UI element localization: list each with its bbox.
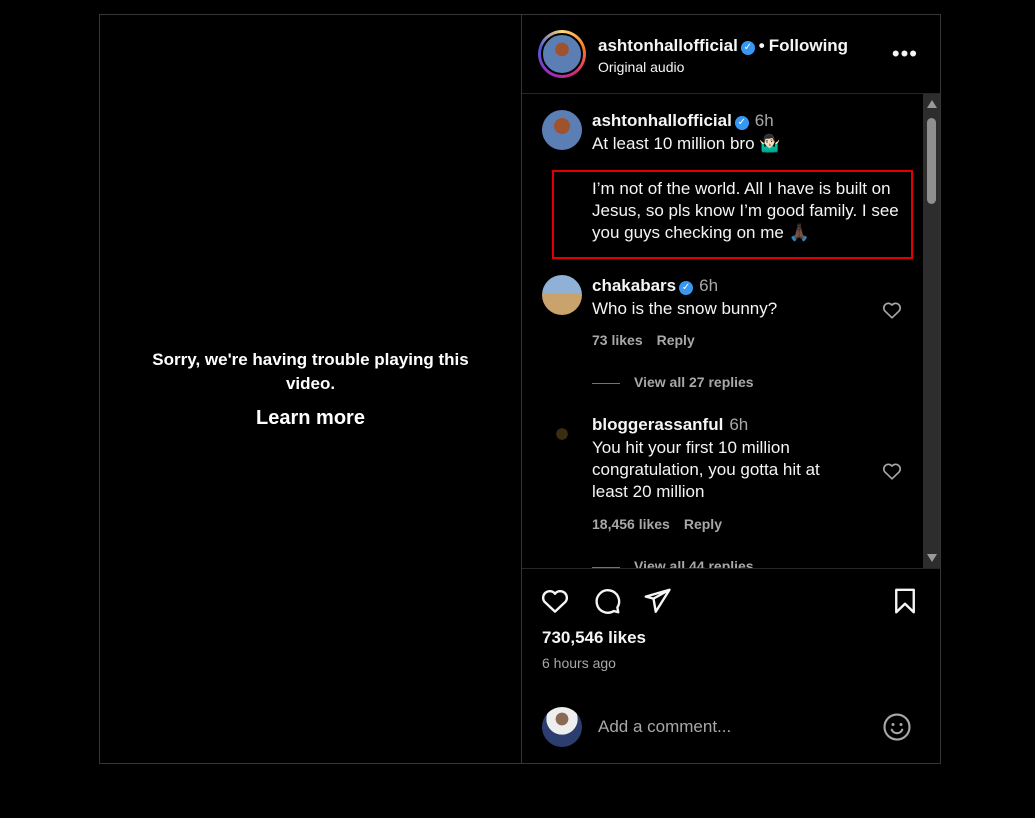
- post-actions: 730,546 likes 6 hours ago: [522, 568, 940, 765]
- commenter-username[interactable]: ashtonhallofficial: [592, 111, 732, 130]
- comment-header: chakabars ✓ 6h: [592, 276, 718, 296]
- scrollbar-thumb[interactable]: [927, 118, 936, 204]
- comment-text: You hit your first 10 million congratula…: [592, 438, 820, 501]
- commenter-avatar[interactable]: [542, 110, 582, 150]
- verified-badge-icon: ✓: [740, 41, 755, 55]
- current-user-avatar: [542, 707, 582, 747]
- add-comment-input[interactable]: [598, 717, 858, 737]
- comment-time: 6h: [699, 276, 719, 295]
- video-player[interactable]: Sorry, we're having trouble playing this…: [100, 15, 522, 763]
- likes-count[interactable]: 730,546 likes: [542, 628, 646, 648]
- emoji-icon[interactable]: [882, 712, 912, 742]
- highlight-box: [552, 170, 913, 259]
- commenter-username[interactable]: bloggerassanful: [592, 415, 723, 434]
- comment-time: 6h: [729, 415, 749, 434]
- post-side-panel: ashtonhallofficial ✓ • Following Original a…: [522, 15, 940, 763]
- comment-meta: 73 likes Reply: [592, 332, 709, 348]
- commenter-avatar[interactable]: [542, 275, 582, 315]
- video-error-message: Sorry, we're having trouble playing this…: [152, 350, 469, 393]
- scroll-down-arrow-icon[interactable]: [927, 554, 937, 562]
- share-icon[interactable]: [642, 586, 672, 616]
- comment-text: At least 10 million bro 🤷🏻‍♂️: [592, 134, 781, 153]
- original-audio-link[interactable]: Original audio: [598, 59, 684, 75]
- reply-button[interactable]: Reply: [657, 332, 695, 348]
- post-timestamp[interactable]: 6 hours ago: [542, 655, 616, 671]
- author-line: ashtonhallofficial ✓ • Following: [598, 36, 848, 56]
- comment-text: Who is the snow bunny?: [592, 299, 778, 318]
- comments-list[interactable]: ashtonhallofficial ✓ 6h At least 10 millio…: [522, 94, 923, 568]
- comment-likes[interactable]: 73 likes: [592, 332, 643, 348]
- view-replies-button[interactable]: View all 27 replies: [592, 374, 754, 390]
- comment-icon[interactable]: [592, 586, 622, 616]
- bookmark-icon[interactable]: [890, 586, 920, 616]
- verified-badge-icon: ✓: [679, 281, 694, 295]
- following-button[interactable]: Following: [769, 36, 848, 55]
- comment-header: ashtonhallofficial ✓ 6h: [592, 111, 774, 131]
- view-replies-button[interactable]: View all 44 replies: [592, 558, 754, 568]
- heart-icon[interactable]: [881, 460, 903, 482]
- more-icon[interactable]: •••: [892, 43, 918, 65]
- heart-icon[interactable]: [881, 299, 903, 321]
- post-header: ashtonhallofficial ✓ • Following Original a…: [522, 15, 940, 94]
- verified-badge-icon: ✓: [734, 116, 749, 130]
- heart-icon[interactable]: [540, 586, 570, 616]
- comment-time: 6h: [754, 111, 774, 130]
- comment-likes[interactable]: 18,456 likes: [592, 516, 670, 532]
- commenter-username[interactable]: chakabars: [592, 276, 676, 295]
- add-comment-bar: [522, 689, 940, 766]
- author-username[interactable]: ashtonhallofficial: [598, 36, 738, 55]
- separator-dot: •: [758, 36, 765, 55]
- author-avatar[interactable]: [538, 30, 586, 78]
- reply-button[interactable]: Reply: [684, 516, 722, 532]
- scroll-up-arrow-icon[interactable]: [927, 100, 937, 108]
- comments-scrollbar[interactable]: [923, 94, 940, 568]
- post-dialog: Sorry, we're having trouble playing this…: [99, 14, 941, 764]
- comment-meta: 18,456 likes Reply: [592, 516, 736, 532]
- learn-more-link[interactable]: Learn more: [100, 407, 521, 430]
- commenter-avatar[interactable]: [542, 414, 582, 454]
- comment-header: bloggerassanful 6h: [592, 415, 748, 435]
